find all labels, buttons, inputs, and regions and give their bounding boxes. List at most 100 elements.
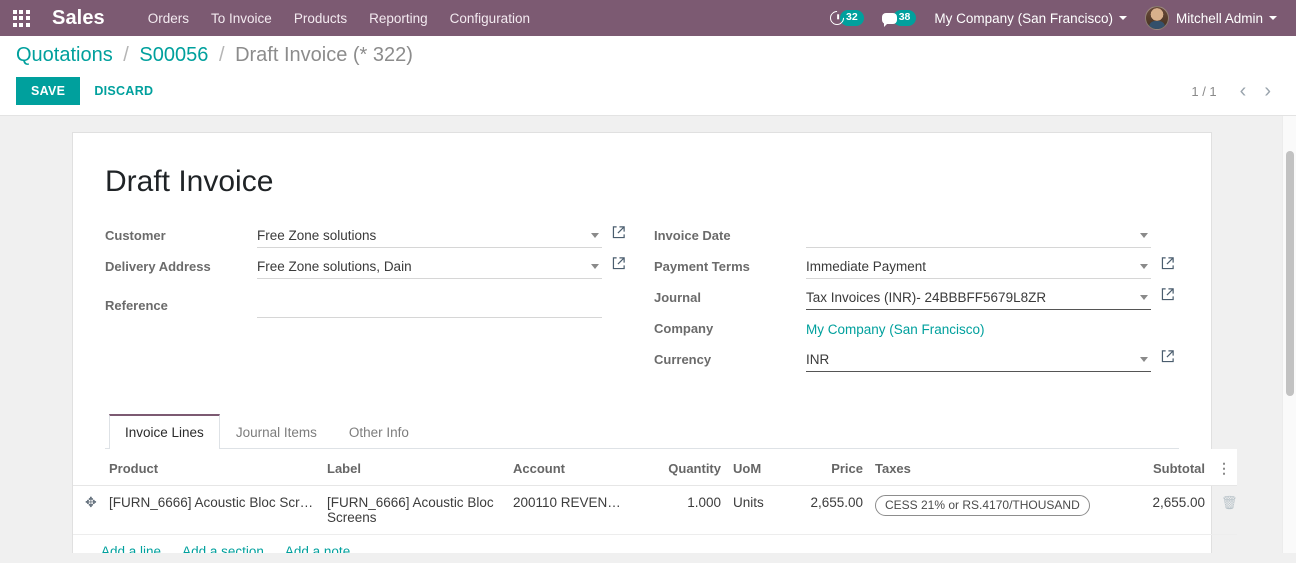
customer-input[interactable]: Free Zone solutions xyxy=(257,228,585,243)
column-options: ⋮ xyxy=(1211,449,1237,486)
currency-input[interactable]: INR xyxy=(806,352,1134,367)
open-delivery-address-icon[interactable] xyxy=(611,256,627,272)
cell-product[interactable]: [FURN_6666] Acoustic Bloc Scree… xyxy=(103,485,321,535)
field-label-reference: Reference xyxy=(105,298,168,313)
tab-journal-items[interactable]: Journal Items xyxy=(220,414,333,449)
tab-invoice-lines[interactable]: Invoice Lines xyxy=(109,414,220,449)
discard-button[interactable]: DISCARD xyxy=(80,77,167,105)
menu-item-reporting[interactable]: Reporting xyxy=(358,2,439,35)
menu-item-configuration[interactable]: Configuration xyxy=(439,2,541,35)
table-header-row: Product Label Account Quantity UoM Price… xyxy=(73,449,1237,486)
top-navbar: Sales Orders To Invoice Products Reporti… xyxy=(0,0,1296,36)
field-label-invoice-date: Invoice Date xyxy=(654,228,731,243)
invoice-lines-table: Product Label Account Quantity UoM Price… xyxy=(73,449,1238,553)
field-value-payment-terms[interactable]: Immediate Payment xyxy=(806,256,1151,279)
field-value-customer[interactable]: Free Zone solutions xyxy=(257,225,602,248)
open-customer-icon[interactable] xyxy=(611,225,627,241)
chevron-down-icon[interactable] xyxy=(1140,295,1148,300)
menu-item-orders[interactable]: Orders xyxy=(137,2,200,35)
trash-icon[interactable]: 🗑 xyxy=(1221,495,1238,510)
notebook-tabs: Invoice Lines Journal Items Other Info xyxy=(105,414,1179,449)
company-link[interactable]: My Company (San Francisco) xyxy=(806,322,1151,337)
add-a-section-button[interactable]: Add a section xyxy=(182,544,264,553)
breadcrumb-item-quotations[interactable]: Quotations xyxy=(16,44,113,66)
app-brand-sales[interactable]: Sales xyxy=(42,7,117,30)
subtotal-value: 2,655.00 xyxy=(1152,495,1205,510)
field-label-journal: Journal xyxy=(654,290,701,305)
field-customer: Customer Free Zone solutions xyxy=(105,225,642,249)
user-menu[interactable]: Mitchell Admin xyxy=(1136,0,1286,36)
breadcrumb-item-current: Draft Invoice (* 322) xyxy=(235,44,413,66)
chevron-down-icon[interactable] xyxy=(591,233,599,238)
chevron-left-icon[interactable]: ‹ xyxy=(1231,81,1256,101)
chat-icon xyxy=(881,12,897,27)
field-journal: Journal Tax Invoices (INR)- 24BBBFF5679L… xyxy=(654,287,1179,311)
field-invoice-date: Invoice Date xyxy=(654,225,1179,249)
open-payment-terms-icon[interactable] xyxy=(1160,256,1176,272)
field-value-journal[interactable]: Tax Invoices (INR)- 24BBBFF5679L8ZR xyxy=(806,287,1151,310)
invoice-lines-header: Product Label Account Quantity UoM Price… xyxy=(73,449,1237,486)
vertical-scrollbar-thumb[interactable] xyxy=(1286,151,1294,396)
notebook: Invoice Lines Journal Items Other Info P… xyxy=(73,414,1238,553)
cell-price[interactable]: 2,655.00 xyxy=(789,485,869,535)
field-value-delivery-address[interactable]: Free Zone solutions, Dain xyxy=(257,256,602,279)
field-value-currency[interactable]: INR xyxy=(806,349,1151,372)
save-button[interactable]: SAVE xyxy=(16,77,81,105)
column-account[interactable]: Account xyxy=(507,449,645,486)
field-value-invoice-date[interactable] xyxy=(806,225,1151,248)
field-label-company: Company xyxy=(654,321,714,336)
chevron-down-icon[interactable] xyxy=(1140,233,1148,238)
chevron-down-icon[interactable] xyxy=(591,264,599,269)
messages-menu[interactable]: 38 xyxy=(873,0,926,36)
open-journal-icon[interactable] xyxy=(1160,287,1176,303)
field-value-reference[interactable] xyxy=(257,295,602,318)
column-label[interactable]: Label xyxy=(321,449,507,486)
form-scroll-area: Draft Invoice Customer Free Zone solutio… xyxy=(0,116,1296,553)
breadcrumb-separator: / xyxy=(218,44,225,66)
field-reference: Reference xyxy=(105,295,642,319)
column-taxes[interactable]: Taxes xyxy=(869,449,1119,486)
row-drag-cell[interactable]: ✥ xyxy=(73,485,103,535)
field-value-company: My Company (San Francisco) xyxy=(806,318,1151,341)
journal-input[interactable]: Tax Invoices (INR)- 24BBBFF5679L8ZR xyxy=(806,290,1134,305)
field-payment-terms: Payment Terms Immediate Payment xyxy=(654,256,1179,280)
menu-item-products[interactable]: Products xyxy=(283,2,358,35)
add-actions-row: Add a line Add a section Add a note xyxy=(73,534,1237,553)
activities-menu[interactable]: 32 xyxy=(821,0,873,36)
column-subtotal[interactable]: Subtotal xyxy=(1119,449,1211,486)
cell-account[interactable]: 200110 REVEN… xyxy=(507,485,645,535)
chevron-down-icon xyxy=(1118,16,1127,20)
vertical-dots-icon[interactable]: ⋮ xyxy=(1217,460,1231,476)
menu-item-to-invoice[interactable]: To Invoice xyxy=(200,2,283,35)
label-value: [FURN_6666] Acoustic Bloc Screens xyxy=(327,495,494,525)
cell-uom[interactable]: Units xyxy=(727,485,789,535)
systray: 32 38 My Company (San Francisco) Mitchel… xyxy=(821,0,1296,36)
drag-handle-icon[interactable]: ✥ xyxy=(85,495,97,509)
open-currency-icon[interactable] xyxy=(1160,349,1176,365)
company-name-label: My Company (San Francisco) xyxy=(934,10,1113,26)
cell-taxes[interactable]: CESS 21% or RS.4170/THOUSAND xyxy=(869,485,1119,535)
form-sheet: Draft Invoice Customer Free Zone solutio… xyxy=(72,132,1238,553)
chevron-right-icon[interactable]: › xyxy=(1255,81,1280,101)
apps-menu-toggle[interactable] xyxy=(0,0,42,36)
tab-other-info[interactable]: Other Info xyxy=(333,414,425,449)
table-row[interactable]: ✥ [FURN_6666] Acoustic Bloc Scree… [FURN… xyxy=(73,485,1238,535)
cell-quantity[interactable]: 1.000 xyxy=(645,485,727,535)
cell-label[interactable]: [FURN_6666] Acoustic Bloc Screens xyxy=(321,485,507,535)
breadcrumb-item-order[interactable]: S00056 xyxy=(139,44,208,66)
pager-count: 1 / 1 xyxy=(1191,83,1217,99)
delivery-address-input[interactable]: Free Zone solutions, Dain xyxy=(257,259,585,274)
chevron-down-icon[interactable] xyxy=(1140,357,1148,362)
breadcrumb: Quotations / S00056 / Draft Invoice (* 3… xyxy=(16,44,1280,67)
add-a-line-button[interactable]: Add a line xyxy=(101,544,161,553)
column-price[interactable]: Price xyxy=(789,449,869,486)
company-switcher[interactable]: My Company (San Francisco) xyxy=(925,0,1136,36)
chevron-down-icon[interactable] xyxy=(1140,264,1148,269)
payment-terms-input[interactable]: Immediate Payment xyxy=(806,259,1134,274)
column-uom[interactable]: UoM xyxy=(727,449,789,486)
vertical-scrollbar[interactable] xyxy=(1282,116,1296,553)
column-quantity[interactable]: Quantity xyxy=(645,449,727,486)
add-a-note-button[interactable]: Add a note xyxy=(285,544,350,553)
field-delivery-address: Delivery Address Free Zone solutions, Da… xyxy=(105,256,642,280)
column-product[interactable]: Product xyxy=(103,449,321,486)
